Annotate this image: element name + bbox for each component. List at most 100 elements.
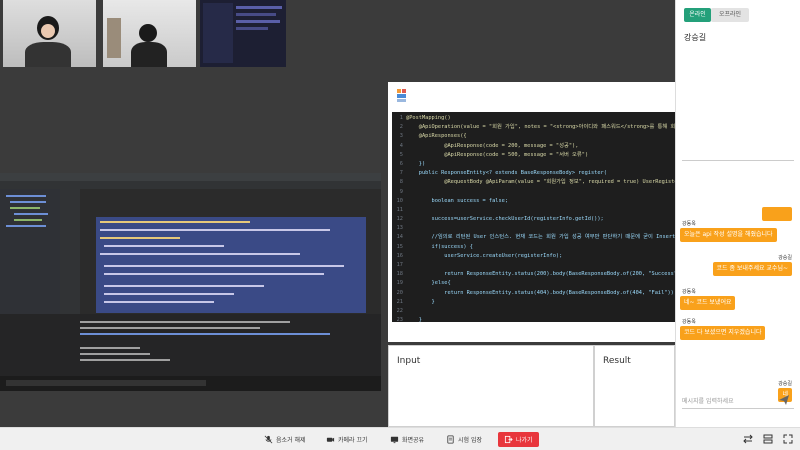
line-text: success=userService.checkUserId(register…	[406, 216, 604, 223]
chat-divider	[682, 160, 794, 161]
code-line: 20 return ResponseEntity.status(404).bod…	[392, 289, 675, 298]
code-line: 5 @ApiResponse(code = 500, message = "서버…	[392, 151, 675, 160]
app-logo-icon	[397, 89, 406, 102]
code-line: 18 return ResponseEntity.status(200).bod…	[392, 270, 675, 279]
code-line: 15 if(success) {	[392, 243, 675, 252]
code-line: 1 @PostMapping()	[392, 114, 675, 123]
exam-enter-button[interactable]: 시험 입장	[440, 432, 488, 447]
line-text: @ApiResponses({	[406, 133, 467, 140]
code-line: 16 userService.createUser(registerInfo);	[392, 252, 675, 261]
code-line: 14 //임의로 리턴된 User 인스턴스. 현재 코드는 회원 가입 성공 …	[392, 233, 675, 242]
leave-label: 나가기	[516, 437, 533, 444]
leave-icon	[504, 435, 513, 444]
line-number: 16	[396, 252, 403, 259]
line-text: }else{	[406, 280, 451, 287]
camera-button[interactable]: 카메라 끄기	[320, 432, 374, 447]
code-line: 9	[392, 188, 675, 197]
line-number: 17	[396, 262, 403, 268]
chat-sender-name: 강동옥	[682, 319, 696, 325]
line-text: if(success) {	[406, 243, 473, 250]
line-number: 13	[396, 225, 403, 232]
line-text: //임의로 리턴된 User 인스턴스. 현재 코드는 회원 가입 성공 여부만…	[431, 234, 676, 241]
line-text: @RequestBody @ApiParam(value = "회원가입 정보"…	[444, 179, 675, 186]
line-text: @ApiResponse(code = 200, message = "성공")…	[406, 142, 579, 149]
line-number: 1	[399, 115, 403, 121]
line-text: boolean success = false;	[406, 197, 509, 204]
line-number: 12	[396, 216, 403, 223]
line-text: @ApiResponse(code = 500, message = "서버 오…	[406, 151, 589, 158]
chat-message-bubble: 코드 다 보셨으면 지우겠습니다	[680, 326, 766, 340]
line-text: })	[406, 160, 426, 167]
line-number: 14	[396, 234, 403, 241]
mute-label: 음소거 해제	[276, 437, 306, 444]
chat-message-bubble	[762, 207, 792, 221]
line-number: 19	[396, 280, 403, 287]
chat-sender-name: 강동옥	[682, 221, 696, 227]
code-line: 6 })	[392, 160, 675, 169]
camera-label: 카메라 끄기	[338, 437, 368, 444]
line-number: 15	[396, 243, 403, 250]
chat-input-underline	[682, 408, 794, 409]
layout-icon[interactable]	[762, 433, 774, 445]
participant-video-2[interactable]	[103, 0, 196, 67]
shared-screen-thumbnail[interactable]	[200, 0, 286, 67]
io-panel: Input Result	[388, 345, 675, 427]
line-number: 21	[396, 298, 403, 305]
screen-share-icon	[390, 436, 399, 444]
code-line: 21 }	[392, 298, 675, 307]
line-text: userService.createUser(registerInfo);	[406, 252, 563, 259]
swap-arrows-icon[interactable]	[742, 433, 754, 445]
chat-message-bubble: 코드 좀 보내주세요 교수님~	[712, 262, 792, 276]
line-number: 7	[399, 170, 403, 177]
chat-message-input[interactable]	[682, 394, 770, 408]
result-label: Result	[603, 356, 631, 366]
chat-panel: 온라인 오프라인 강승길 강동옥 오늘은 api 작성 설명을 해줬습니다 강승길 코…	[675, 0, 800, 427]
line-text: @ApiOperation(value = "회원 가입", notes = "…	[418, 124, 675, 131]
mute-button[interactable]: 음소거 해제	[258, 432, 312, 447]
result-area: Result	[594, 345, 675, 427]
chat-message-bubble: 네~ 코드 보냈어요	[680, 296, 736, 310]
code-line: 8 @RequestBody @ApiParam(value = "회원가입 정…	[392, 178, 675, 187]
line-text: return ResponseEntity.status(404).body(B…	[406, 289, 675, 296]
line-number: 6	[399, 160, 403, 167]
chat-message-bubble: 오늘은 api 작성 설명을 해줬습니다	[680, 228, 777, 242]
online-user-name: 강승길	[684, 33, 707, 42]
code-line: 13	[392, 224, 675, 233]
line-number: 20	[396, 289, 403, 296]
line-number: 4	[399, 142, 403, 149]
line-number: 23	[396, 317, 403, 322]
line-number: 18	[396, 271, 403, 278]
code-line: 22	[392, 307, 675, 316]
line-number: 8	[399, 179, 403, 186]
code-editor-panel: 1 @PostMapping() 2 @ApiOperation(value = "…	[388, 82, 675, 342]
screen-share-button[interactable]: 화면공유	[384, 432, 430, 447]
code-line: 7 public ResponseEntity<? extends BaseRe…	[392, 169, 675, 178]
tab-online[interactable]: 온라인	[684, 8, 711, 22]
chat-sender-name: 강승길	[778, 255, 792, 261]
code-view[interactable]: 1 @PostMapping() 2 @ApiOperation(value = "…	[392, 112, 675, 322]
meeting-stage: 1 @PostMapping() 2 @ApiOperation(value = "…	[0, 0, 675, 427]
exam-icon	[447, 435, 454, 444]
code-line: 4 @ApiResponse(code = 200, message = "성공…	[392, 142, 675, 151]
line-number: 3	[399, 133, 403, 140]
leave-button[interactable]: 나가기	[498, 432, 539, 447]
send-icon[interactable]	[778, 394, 790, 406]
code-line: 19 }else{	[392, 279, 675, 288]
fullscreen-icon[interactable]	[782, 433, 794, 445]
line-number: 22	[396, 307, 403, 314]
code-line: 17	[392, 261, 675, 270]
mic-off-icon	[264, 435, 273, 444]
code-line: 11	[392, 206, 675, 215]
input-area[interactable]: Input	[388, 345, 594, 427]
share-label: 화면공유	[402, 437, 425, 444]
code-line: 10 boolean success = false;	[392, 197, 675, 206]
line-number: 2	[399, 124, 403, 131]
code-line: 12 success=userService.checkUserId(regis…	[392, 215, 675, 224]
tab-offline[interactable]: 오프라인	[711, 8, 749, 22]
shared-screen-ide[interactable]	[0, 173, 381, 391]
camera-icon	[326, 437, 335, 442]
participant-video-1[interactable]	[3, 0, 96, 67]
code-line: 23 }	[392, 316, 675, 322]
input-label: Input	[397, 356, 421, 366]
line-text: return ResponseEntity.status(200).body(B…	[406, 271, 675, 278]
